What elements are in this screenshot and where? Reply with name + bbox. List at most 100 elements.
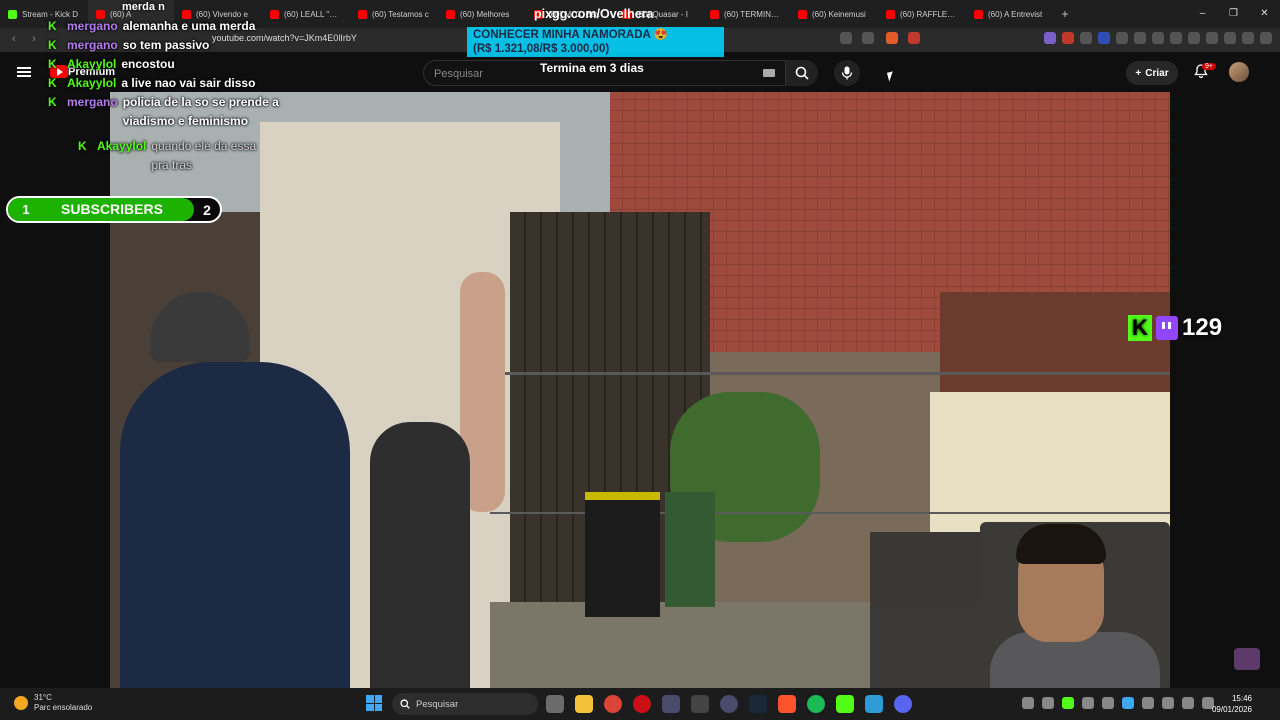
puzzle-icon[interactable] bbox=[1134, 32, 1146, 44]
pixgg-link-overlay: pixgg.com/Ovelhera bbox=[534, 7, 654, 21]
menu-icon[interactable] bbox=[1260, 32, 1272, 44]
weather-widget[interactable]: 31°C Parc ensolarado bbox=[14, 693, 92, 713]
video-scene-person bbox=[120, 362, 350, 688]
extension-icon[interactable] bbox=[1080, 32, 1092, 44]
volume-icon[interactable] bbox=[1182, 697, 1194, 709]
weather-temperature: 31°C bbox=[34, 693, 52, 702]
app-icon[interactable] bbox=[720, 695, 738, 713]
steam-icon[interactable] bbox=[749, 695, 767, 713]
chat-overlay: Kmergano alemanha e uma merda Kmergano so t… bbox=[48, 17, 318, 175]
chevron-up-icon[interactable] bbox=[1022, 697, 1034, 709]
clock-time: 15:46 bbox=[1231, 694, 1252, 703]
chat-message: K Akayylol encostou bbox=[48, 55, 318, 74]
notepad-icon[interactable] bbox=[865, 695, 883, 713]
donation-goal-progress: (R$ 1.321,08/R$ 3.000,00) bbox=[473, 43, 610, 55]
chat-message: K Akayylol a live nao vai sair disso bbox=[48, 74, 318, 93]
extension-icon[interactable] bbox=[1116, 32, 1128, 44]
cast-icon[interactable] bbox=[840, 32, 852, 44]
browser-tab[interactable]: (60) Testamos c bbox=[350, 0, 438, 28]
leo-icon[interactable] bbox=[1224, 32, 1236, 44]
search-icon bbox=[400, 699, 410, 709]
video-scene-fence bbox=[490, 372, 1170, 375]
task-view-icon[interactable] bbox=[546, 695, 564, 713]
tray-app-icon[interactable] bbox=[1042, 697, 1054, 709]
brave-icon[interactable] bbox=[778, 695, 796, 713]
share-icon[interactable] bbox=[862, 32, 874, 44]
create-label: Criar bbox=[1145, 67, 1169, 79]
minimize-button[interactable]: – bbox=[1187, 0, 1218, 28]
kick-icon: K bbox=[78, 139, 87, 153]
taskbar-search[interactable]: Pesquisar bbox=[392, 693, 538, 715]
create-button[interactable]: + Criar bbox=[1126, 61, 1178, 85]
app-icon[interactable] bbox=[662, 695, 680, 713]
sidebar-icon[interactable] bbox=[1188, 32, 1200, 44]
youtube-icon bbox=[710, 9, 719, 19]
browser-tab-label: (60) A Entrevist bbox=[988, 9, 1043, 19]
kick-icon[interactable] bbox=[836, 695, 854, 713]
youtube-icon bbox=[446, 9, 455, 19]
new-tab-button[interactable]: + bbox=[1054, 7, 1076, 21]
tray-app-icon[interactable] bbox=[1062, 697, 1074, 709]
video-scene-bin bbox=[665, 492, 715, 607]
chat-text: alemanha e uma merda bbox=[122, 19, 256, 33]
extension-icon[interactable] bbox=[1062, 32, 1074, 44]
chat-message: Kmergano policia de la so se prende a via… bbox=[48, 93, 318, 131]
discord-icon[interactable] bbox=[894, 695, 912, 713]
music-icon[interactable] bbox=[1170, 32, 1182, 44]
search-button[interactable] bbox=[786, 60, 818, 86]
vpn-icon[interactable] bbox=[1242, 32, 1254, 44]
avatar[interactable] bbox=[1229, 62, 1249, 82]
download-icon[interactable] bbox=[1152, 32, 1164, 44]
chat-text: policia de la so se prende a viadismo e … bbox=[122, 95, 279, 128]
maximize-button[interactable]: ❐ bbox=[1218, 0, 1249, 28]
video-player[interactable] bbox=[110, 92, 1170, 688]
tray-app-icon[interactable] bbox=[1082, 697, 1094, 709]
browser-tab[interactable]: (60) RAFFLES D bbox=[878, 0, 966, 28]
microphone-icon[interactable] bbox=[1142, 697, 1154, 709]
chrome-icon[interactable] bbox=[604, 695, 622, 713]
hamburger-menu-icon[interactable] bbox=[17, 67, 31, 77]
close-window-button[interactable]: ✕ bbox=[1249, 0, 1280, 28]
taskbar-search-label: Pesquisar bbox=[416, 698, 459, 710]
extension-toolbar bbox=[1044, 32, 1272, 44]
forward-arrow-icon[interactable]: › bbox=[32, 33, 36, 45]
wifi-icon[interactable] bbox=[1162, 697, 1174, 709]
chat-message: K Akayylol quando ele da essa pra tras bbox=[78, 137, 318, 175]
kick-icon: K bbox=[48, 19, 57, 33]
chat-text: encostou bbox=[121, 57, 175, 71]
brave-rewards-icon[interactable] bbox=[908, 32, 920, 44]
browser-tab[interactable]: (60) Melhores bbox=[438, 0, 526, 28]
browser-tab[interactable]: (60) A Entrevist bbox=[966, 0, 1054, 28]
search-placeholder: Pesquisar bbox=[434, 68, 483, 80]
voice-search-button[interactable] bbox=[834, 60, 860, 86]
browser-tab[interactable]: (60) Keinemusi bbox=[790, 0, 878, 28]
tray-app-icon[interactable] bbox=[1102, 697, 1114, 709]
notifications-badge: 9+ bbox=[1202, 63, 1216, 70]
app-icon[interactable] bbox=[691, 695, 709, 713]
clock-date: 09/01/2026 bbox=[1211, 705, 1252, 714]
chat-text: so tem passivo bbox=[122, 38, 210, 52]
search-icon bbox=[795, 66, 809, 80]
weather-description: Parc ensolarado bbox=[34, 703, 93, 712]
keyboard-icon[interactable] bbox=[763, 69, 775, 77]
twitch-icon bbox=[1156, 316, 1178, 340]
donation-goal-banner: CONHECER MINHA NAMORADA 😍 (R$ 1.321,08/R… bbox=[467, 27, 724, 57]
brave-shield-icon[interactable] bbox=[886, 32, 898, 44]
chat-text: a live nao vai sair disso bbox=[121, 76, 256, 90]
extension-icon[interactable] bbox=[1098, 32, 1110, 44]
bluetooth-icon[interactable] bbox=[1122, 697, 1134, 709]
windows-start-icon[interactable] bbox=[366, 695, 382, 711]
kick-icon: K bbox=[48, 76, 57, 90]
opera-icon[interactable] bbox=[633, 695, 651, 713]
browser-tab-label: (60) Keinemusi bbox=[812, 9, 866, 19]
file-explorer-icon[interactable] bbox=[575, 695, 593, 713]
extension-icon[interactable] bbox=[1044, 32, 1056, 44]
spotify-icon[interactable] bbox=[807, 695, 825, 713]
taskbar-clock[interactable]: 15:46 09/01/2026 bbox=[1206, 693, 1252, 715]
browser-tab[interactable]: (60) TERMINAN bbox=[702, 0, 790, 28]
youtube-icon bbox=[886, 9, 895, 19]
kick-icon: K bbox=[48, 95, 57, 109]
video-scene-house bbox=[930, 392, 1170, 532]
back-arrow-icon[interactable]: ‹ bbox=[12, 33, 16, 45]
wallet-icon[interactable] bbox=[1206, 32, 1218, 44]
